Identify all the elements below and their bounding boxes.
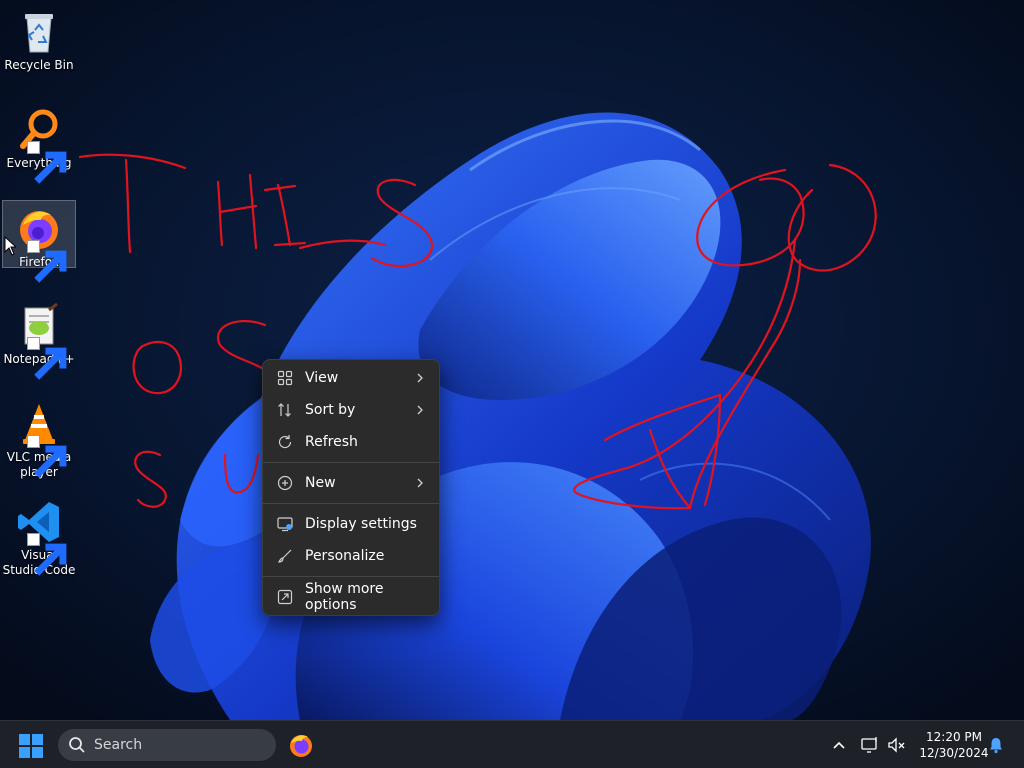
network-icon[interactable] — [860, 735, 880, 755]
firefox-icon — [15, 205, 67, 283]
volume-muted-icon[interactable] — [886, 735, 906, 755]
menu-item-label: New — [305, 475, 336, 491]
menu-separator — [263, 503, 439, 504]
menu-item-show-more-options[interactable]: Show more options — [263, 581, 439, 613]
desktop-context-menu: View Sort by Refresh New Display setting… — [262, 359, 440, 616]
menu-item-display-settings[interactable]: Display settings — [263, 508, 439, 540]
menu-separator — [263, 576, 439, 577]
menu-item-view[interactable]: View — [263, 362, 439, 394]
desktop-wallpaper — [0, 0, 1024, 720]
desktop-icon-firefox[interactable]: Firefox — [2, 200, 76, 283]
shortcut-arrow-icon — [27, 435, 67, 478]
mouse-pointer-icon — [4, 236, 16, 256]
menu-item-personalize[interactable]: Personalize — [263, 540, 439, 572]
new-plus-icon — [277, 475, 293, 491]
vlc-icon — [15, 400, 67, 478]
menu-item-label: Personalize — [305, 548, 385, 564]
desktop-icon-recycle-bin[interactable]: Recycle Bin — [2, 4, 76, 72]
menu-item-label: Refresh — [305, 434, 358, 450]
vscode-icon — [15, 498, 67, 576]
menu-item-sort-by[interactable]: Sort by — [263, 394, 439, 426]
desktop-icon-vscode[interactable]: Visual Studio Code — [2, 494, 76, 578]
shortcut-arrow-icon — [27, 141, 67, 184]
menu-item-new[interactable]: New — [263, 467, 439, 499]
everything-search-icon — [15, 106, 67, 184]
sort-icon — [278, 403, 291, 417]
search-placeholder: Search — [94, 737, 143, 753]
menu-item-label: Sort by — [305, 402, 356, 418]
shortcut-arrow-icon — [27, 533, 67, 576]
system-clock[interactable]: 12:20 PM 12/30/2024 — [912, 729, 996, 761]
desktop-icon-label: Recycle Bin — [4, 58, 74, 72]
shortcut-arrow-icon — [27, 337, 67, 380]
taskbar-firefox-icon[interactable] — [288, 732, 314, 758]
chevron-up-icon[interactable] — [829, 735, 849, 755]
menu-item-label: Display settings — [305, 516, 417, 532]
desktop-icon-vlc[interactable]: VLC media player — [2, 396, 76, 480]
shortcut-arrow-icon — [27, 240, 67, 283]
refresh-icon — [278, 435, 292, 449]
menu-item-label: View — [305, 370, 339, 386]
clock-date: 12/30/2024 — [919, 746, 989, 760]
notification-bell-icon[interactable] — [987, 736, 1005, 754]
desktop-icon-notepad-plus-plus[interactable]: Notepad++ — [2, 298, 76, 380]
menu-item-label: Show more options — [305, 581, 384, 613]
view-grid-icon — [277, 370, 293, 386]
windows-start-icon[interactable] — [19, 734, 43, 758]
taskbar-search-box[interactable]: Search — [58, 729, 276, 761]
recycle-bin-icon — [15, 8, 63, 56]
personalize-brush-icon — [278, 549, 292, 563]
menu-separator — [263, 462, 439, 463]
desktop-icon-everything[interactable]: Everything — [2, 102, 76, 184]
search-icon — [69, 737, 85, 753]
notepad-plus-plus-icon — [15, 302, 67, 380]
clock-time: 12:20 PM — [926, 730, 982, 744]
menu-item-refresh[interactable]: Refresh — [263, 426, 439, 458]
chevron-right-icon — [417, 405, 423, 415]
chevron-right-icon — [417, 373, 423, 383]
chevron-right-icon — [417, 478, 423, 488]
display-settings-icon — [277, 517, 293, 532]
show-more-options-icon — [277, 589, 293, 605]
taskbar: Search 12:20 PM 12/30/2024 — [0, 720, 1024, 768]
